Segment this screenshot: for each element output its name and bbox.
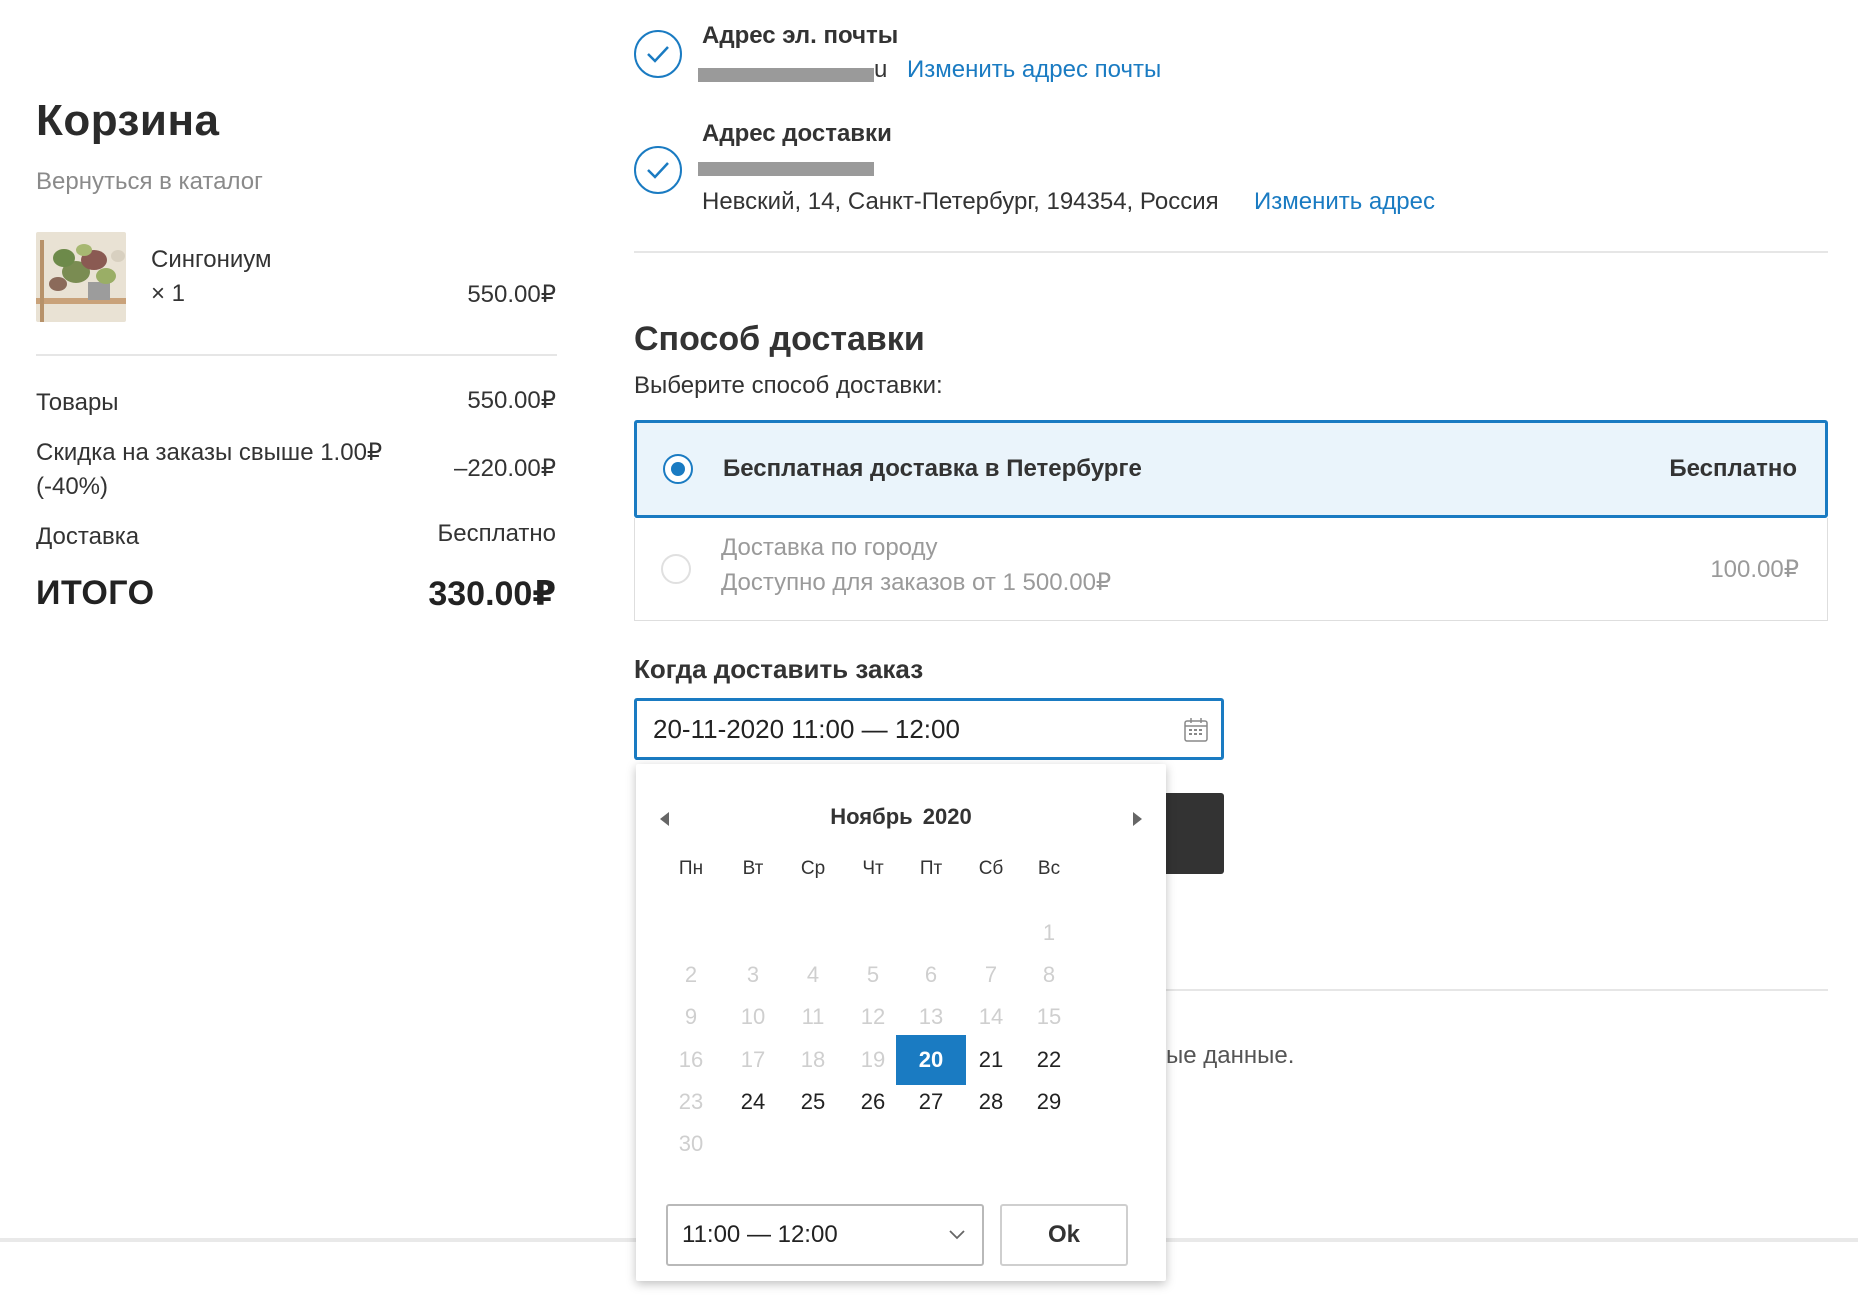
calendar-day: 30 — [678, 1131, 704, 1156]
shipping-option-price: 100.00₽ — [1710, 555, 1799, 583]
calendar-year: 2020 — [922, 804, 972, 829]
shipping-option-label: Бесплатная доставка в Петербурге — [723, 455, 1142, 482]
cart-title: Корзина — [36, 96, 220, 145]
delivery-date-value: 20-11-2020 11:00 — 12:00 — [653, 713, 960, 744]
section-divider — [634, 251, 1828, 253]
time-slot-select[interactable]: 11:00 — 12:00 — [666, 1204, 984, 1266]
back-to-catalog-link[interactable]: Вернуться в каталог — [36, 168, 263, 196]
calendar-month: Ноябрь — [830, 804, 913, 829]
email-step-title: Адрес эл. почты — [702, 22, 899, 49]
weekday-label: Пн — [678, 858, 704, 879]
address-step-check — [634, 146, 682, 194]
calendar-icon[interactable] — [1183, 717, 1209, 743]
calendar-month-label: Ноябрь 2020 — [636, 804, 1166, 830]
discount-label-line2: (-40%) — [36, 473, 109, 500]
calendar-day[interactable]: 29 — [1014, 1077, 1084, 1127]
weekday-label: Чт — [862, 858, 884, 879]
shipping-option-price: Бесплатно — [1669, 455, 1797, 482]
shipping-option-free[interactable]: Бесплатная доставка в Петербурге Бесплат… — [634, 420, 1828, 518]
date-picker-popup: Ноябрь 2020 Пн Вт Ср Чт Пт Сб Вс 1 2 3 4 5 6 7 8 9 10 11… — [636, 764, 1166, 1281]
check-icon — [647, 162, 669, 179]
goods-label: Товары — [36, 389, 119, 416]
ok-button[interactable]: Ok — [1000, 1204, 1128, 1266]
product-name: Сингониум — [151, 246, 272, 273]
change-email-link[interactable]: Изменить адрес почты — [907, 56, 1161, 84]
redacted-email — [698, 68, 874, 82]
discount-value: –220.00₽ — [453, 455, 556, 482]
shipping-option-note: Доступно для заказов от 1 500.00₽ — [721, 569, 1112, 596]
shipping-option-city: Доставка по городу Доступно для заказов … — [634, 518, 1828, 621]
time-slot-value: 11:00 — 12:00 — [682, 1221, 838, 1248]
shipping-subheading: Выберите способ доставки: — [634, 372, 943, 399]
change-address-link[interactable]: Изменить адрес — [1254, 188, 1435, 216]
cart-divider — [36, 354, 557, 356]
delivery-date-input[interactable]: 20-11-2020 11:00 — 12:00 — [634, 698, 1224, 760]
plant-image — [36, 232, 126, 322]
goods-value: 550.00₽ — [467, 387, 556, 414]
email-suffix: u — [874, 56, 888, 83]
delivery-value: Бесплатно — [437, 520, 556, 547]
discount-label: Скидка на заказы свыше 1.00₽ (-40%) — [36, 436, 382, 504]
radio-selected[interactable] — [663, 454, 693, 484]
total-value: 330.00₽ — [428, 575, 556, 613]
address-line: Невский, 14, Санкт-Петербург, 194354, Ро… — [702, 188, 1219, 215]
weekday-label: Пт — [919, 858, 943, 879]
weekday-label: Ср — [800, 858, 826, 879]
address-step-title: Адрес доставки — [702, 120, 892, 147]
weekday-label: Вт — [742, 858, 764, 879]
total-label: ИТОГО — [36, 574, 155, 612]
product-quantity: × 1 — [151, 280, 186, 307]
radio-disabled — [661, 554, 691, 584]
email-value — [698, 62, 874, 82]
weekday-label: Сб — [978, 858, 1004, 879]
shipping-heading: Способ доставки — [634, 320, 925, 358]
check-icon — [647, 46, 669, 63]
discount-label-line1: Скидка на заказы свыше 1.00₽ — [36, 439, 383, 466]
chevron-down-icon — [949, 1230, 965, 1240]
email-step-check — [634, 30, 682, 78]
weekday-label: Вс — [1037, 858, 1061, 879]
product-thumbnail[interactable] — [36, 232, 126, 322]
delivery-label: Доставка — [36, 523, 140, 550]
section-divider — [1164, 989, 1828, 991]
consent-text: ые данные. — [1166, 1042, 1295, 1069]
delivery-time-heading: Когда доставить заказ — [634, 654, 924, 684]
product-price: 550.00₽ — [467, 281, 556, 308]
chevron-right-icon[interactable] — [1133, 812, 1142, 826]
shipping-option-label: Доставка по городу — [721, 534, 938, 561]
redacted-recipient-name — [698, 162, 874, 176]
